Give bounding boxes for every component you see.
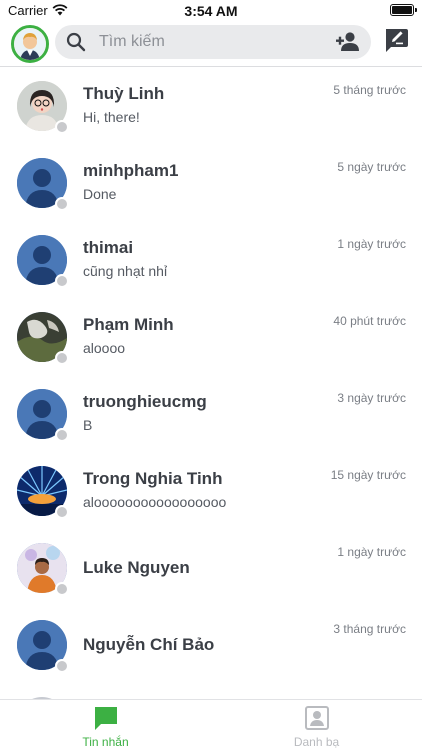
message-time: 40 phút trước	[333, 314, 406, 328]
chat-bubble-icon	[93, 705, 119, 736]
last-message: aloooo	[83, 340, 126, 356]
message-time: 15 ngày trước	[330, 468, 406, 482]
contact-name: Thuỳ Linh	[83, 84, 165, 103]
message-time: 3 ngày trước	[337, 391, 406, 405]
presence-dot	[55, 351, 69, 365]
message-time: 1 ngày trước	[337, 545, 406, 559]
conversation-row-partial[interactable]	[0, 683, 422, 699]
presence-dot	[55, 659, 69, 673]
tab-messages[interactable]: Tin nhắn	[0, 700, 211, 751]
battery-icon	[390, 4, 417, 16]
header	[0, 22, 422, 66]
conversation-row[interactable]: thimai cũng nhạt nhỉ 1 ngày trước	[0, 221, 422, 298]
tab-bar: Tin nhắn Danh bạ	[0, 699, 422, 751]
status-time: 3:54 AM	[184, 3, 238, 19]
contact-name: Luke Nguyen	[83, 558, 190, 577]
presence-dot	[55, 197, 69, 211]
last-message: Hi, there!	[83, 109, 140, 125]
contact-name: truonghieucmg	[83, 392, 207, 411]
conversation-row[interactable]: Luke Nguyen 1 ngày trước	[0, 529, 422, 606]
message-time: 5 tháng trước	[333, 83, 406, 97]
status-bar: Carrier 3:54 AM	[0, 0, 422, 22]
tab-label: Tin nhắn	[82, 735, 129, 749]
search-bar[interactable]	[55, 25, 371, 59]
conversation-row[interactable]: Thuỳ Linh Hi, there! 5 tháng trước	[0, 67, 422, 144]
conversation-row[interactable]: minhpham1 Done 5 ngày trước	[0, 144, 422, 221]
last-message: alooooooooooooooooo	[83, 494, 227, 510]
profile-avatar[interactable]	[11, 25, 49, 63]
conversation-row[interactable]: Nguyễn Chí Bảo 3 tháng trước	[0, 606, 422, 683]
contacts-icon	[304, 705, 330, 736]
search-icon	[66, 32, 86, 57]
search-input[interactable]	[99, 25, 319, 59]
add-friend-icon[interactable]	[335, 31, 361, 58]
contact-name: thimai	[83, 238, 134, 257]
presence-dot	[55, 428, 69, 442]
conversation-row[interactable]: truonghieucmg B 3 ngày trước	[0, 375, 422, 452]
message-time: 5 ngày trước	[337, 160, 406, 174]
conversation-row[interactable]: Trong Nghia Tinh alooooooooooooooooo 15 …	[0, 452, 422, 529]
last-message: B	[83, 417, 93, 433]
cartoon-avatar-icon	[14, 28, 46, 60]
contact-name: Nguyễn Chí Bảo	[83, 635, 215, 654]
tab-contacts[interactable]: Danh bạ	[211, 700, 422, 751]
message-time: 1 ngày trước	[337, 237, 406, 251]
last-message: cũng nhạt nhỉ	[83, 263, 168, 279]
presence-dot	[55, 274, 69, 288]
presence-dot	[55, 505, 69, 519]
conversation-list[interactable]: Thuỳ Linh Hi, there! 5 tháng trước minhp…	[0, 67, 422, 699]
message-time: 3 tháng trước	[333, 622, 406, 636]
tab-label: Danh bạ	[293, 735, 340, 749]
conversation-row[interactable]: Phạm Minh aloooo 40 phút trước	[0, 298, 422, 375]
contact-name: minhpham1	[83, 161, 179, 180]
contact-name: Trong Nghia Tinh	[83, 469, 223, 488]
contact-name: Phạm Minh	[83, 315, 174, 334]
presence-dot	[55, 120, 69, 134]
presence-dot	[55, 582, 69, 596]
new-message-icon[interactable]	[382, 26, 410, 54]
last-message: Done	[83, 186, 117, 202]
